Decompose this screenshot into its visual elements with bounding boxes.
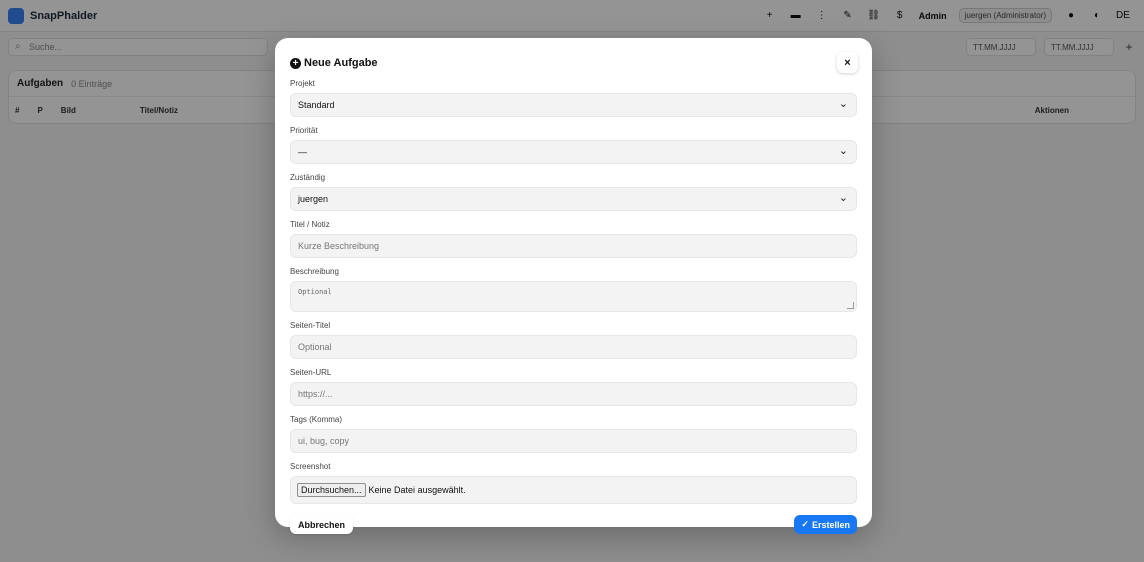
title-input[interactable]: Kurze Beschreibung [290,234,857,258]
create-button-label: Erstellen [811,519,850,530]
screenshot-file-input: Durchsuchen... Keine Datei ausgewählt. [290,476,857,504]
page-title-placeholder: Optional [298,342,332,352]
page-url-input[interactable]: https://... [290,382,857,406]
page-url-placeholder: https://... [298,389,333,399]
dialog-title: Neue Aufgabe [304,57,378,69]
cancel-button[interactable]: Abbrechen [290,515,354,534]
project-select[interactable]: Standard [290,93,857,117]
title-label: Titel / Notiz [290,220,330,229]
cancel-button-label: Abbrechen [298,519,346,530]
priority-select[interactable]: — [290,140,857,164]
file-status: Keine Datei ausgewählt. [368,485,466,495]
screenshot-label: Screenshot [290,462,331,471]
resize-handle[interactable] [847,302,854,309]
project-label: Projekt [290,79,315,88]
assignee-select[interactable]: juergen [290,187,857,211]
assignee-label: Zuständig [290,173,326,182]
description-label: Beschreibung [290,267,339,276]
close-button[interactable]: × [837,52,858,73]
project-select-value: Standard [298,100,335,110]
create-button[interactable]: ✓ Erstellen [794,515,857,534]
description-placeholder: Optional [298,288,332,296]
tags-input[interactable]: ui, bug, copy [290,429,857,453]
dialog-footer: Abbrechen ✓ Erstellen [290,515,857,534]
dialog-header: + Neue Aufgabe [290,52,857,74]
title-placeholder: Kurze Beschreibung [298,241,380,251]
new-task-dialog: + Neue Aufgabe × Projekt Standard Priori… [275,38,872,534]
plus-circle-icon: + [290,57,301,69]
check-icon: ✓ [801,519,809,529]
description-textarea[interactable]: Optional [290,281,857,312]
priority-select-value: — [298,147,307,157]
tags-label: Tags (Komma) [290,415,343,424]
close-icon: × [844,56,851,69]
page-url-label: Seiten-URL [290,368,332,377]
assignee-select-value: juergen [298,194,329,204]
tags-placeholder: ui, bug, copy [298,436,350,446]
page-title-label: Seiten-Titel [290,321,331,330]
page-title-input[interactable]: Optional [290,335,857,359]
priority-label: Priorität [290,126,318,135]
browse-button[interactable]: Durchsuchen... [297,483,366,497]
